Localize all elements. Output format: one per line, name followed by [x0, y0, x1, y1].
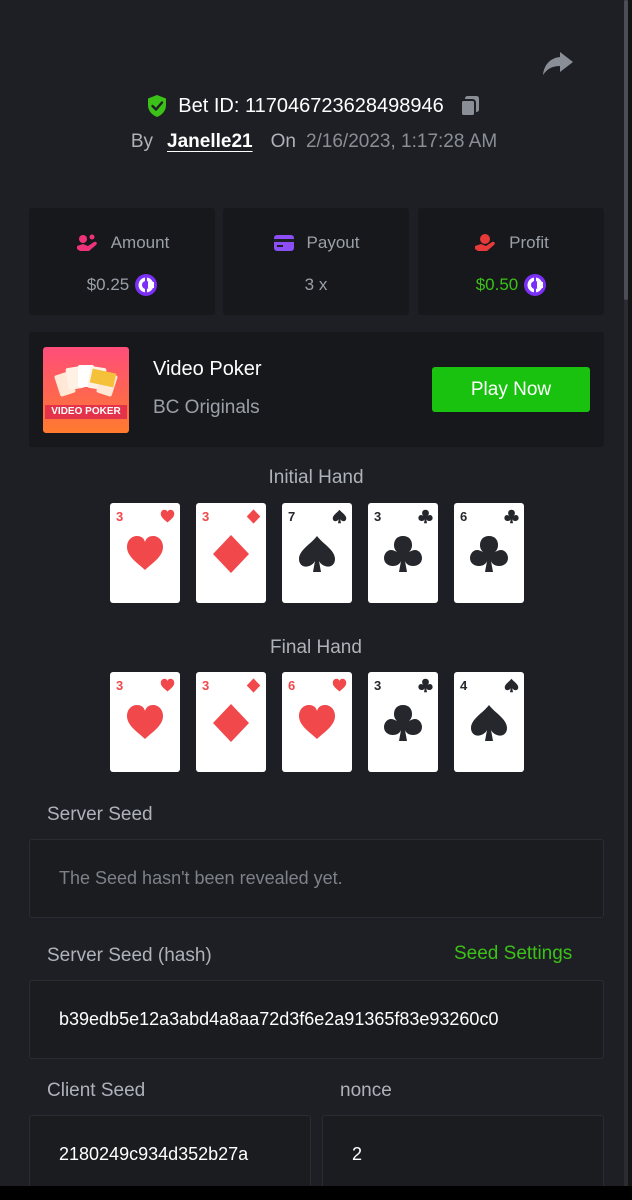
final-hand-title: Final Hand — [270, 637, 362, 658]
diamond-icon — [246, 509, 261, 524]
profit-label: Profit — [509, 233, 549, 252]
game-name: Video Poker — [153, 358, 262, 380]
on-label: On — [270, 131, 296, 152]
playing-card: 3 — [368, 503, 438, 603]
heart-icon — [299, 705, 335, 739]
nonce-field[interactable]: 2 — [322, 1115, 604, 1194]
server-seed-label: Server Seed — [47, 804, 153, 825]
client-seed-field[interactable]: 2180249c934d352b27a — [29, 1115, 311, 1194]
playing-card: 3 — [110, 503, 180, 603]
card-rank: 7 — [288, 509, 296, 524]
amount-label: Amount — [110, 233, 170, 252]
game-card: VIDEO POKER Video Poker BC Originals Pla… — [29, 332, 604, 447]
bet-author-row: By Janelle21 On 2/16/2023, 1:17:28 AM — [0, 126, 628, 158]
card-rank: 4 — [460, 678, 468, 693]
playing-card: 3 — [368, 672, 438, 772]
club-icon — [418, 678, 433, 693]
scrollbar-thumb[interactable] — [624, 0, 628, 300]
card-rank: 3 — [116, 678, 124, 693]
play-now-button[interactable]: Play Now — [432, 367, 590, 412]
playing-card: 6 — [454, 503, 524, 603]
spade-icon — [332, 509, 347, 524]
amount-stat: Amount $0.25 — [29, 208, 215, 315]
by-label: By — [130, 131, 154, 152]
payout-value: 3 x — [304, 275, 328, 294]
profit-value: $0.50 — [475, 275, 519, 294]
server-seed-hash-field[interactable]: b39edb5e12a3abd4a8aa72d3f6e2a91365f83e93… — [29, 980, 604, 1059]
spade-icon — [504, 678, 519, 693]
hand-profit-icon — [475, 234, 495, 251]
diamond-icon — [246, 678, 261, 693]
seed-settings-link[interactable]: Seed Settings — [454, 943, 572, 965]
bet-date: 2/16/2023, 1:17:28 AM — [305, 131, 498, 152]
final-hand: 3 3 6 3 4 — [110, 672, 524, 772]
scrollbar[interactable] — [624, 0, 628, 1186]
club-icon — [504, 509, 519, 524]
thumbnail-text: VIDEO POKER — [51, 406, 121, 417]
playing-card: 4 — [454, 672, 524, 772]
playing-card: 6 — [282, 672, 352, 772]
copy-icon[interactable] — [458, 94, 482, 118]
heart-icon — [160, 509, 175, 523]
club-icon — [418, 509, 433, 524]
card-rank: 3 — [374, 678, 382, 693]
bet-id-text: Bet ID: 117046723628498946 — [178, 94, 444, 117]
video-poker-thumbnail[interactable]: VIDEO POKER — [43, 347, 129, 433]
card-rank: 6 — [288, 678, 296, 693]
card-rank: 3 — [116, 509, 124, 524]
client-seed-label: Client Seed — [47, 1080, 146, 1101]
server-seed-hash-label: Server Seed (hash) — [47, 945, 212, 966]
bc-coin-icon — [524, 274, 547, 296]
payout-stat: Payout 3 x — [223, 208, 409, 315]
club-icon — [384, 536, 422, 572]
spade-icon — [471, 705, 507, 741]
card-rank: 3 — [202, 678, 210, 693]
heart-icon — [332, 678, 347, 692]
nonce-label: nonce — [340, 1080, 392, 1101]
system-nav-bar — [0, 1186, 632, 1200]
heart-icon — [127, 705, 163, 739]
payout-label: Payout — [306, 233, 360, 252]
spade-icon — [299, 536, 335, 572]
bc-coin-icon — [135, 274, 158, 296]
playing-card: 7 — [282, 503, 352, 603]
playing-card: 3 — [110, 672, 180, 772]
username-link[interactable]: Janelle21 — [167, 131, 253, 153]
playing-card: 3 — [196, 672, 266, 772]
card-icon — [273, 235, 294, 251]
game-provider: BC Originals — [153, 397, 260, 418]
card-rank: 3 — [374, 509, 382, 524]
initial-hand: 3 3 7 3 6 — [110, 503, 524, 603]
club-icon — [384, 705, 422, 741]
verified-shield-icon — [148, 95, 167, 117]
amount-value: $0.25 — [86, 275, 130, 294]
profit-stat: Profit $0.50 — [418, 208, 604, 315]
bet-id-row: Bet ID: 117046723628498946 — [0, 90, 628, 122]
share-icon[interactable] — [540, 46, 576, 80]
bet-details-panel: Bet ID: 117046723628498946 By Janelle21 … — [0, 0, 628, 1194]
initial-hand-title: Initial Hand — [268, 467, 364, 488]
playing-card: 3 — [196, 503, 266, 603]
card-rank: 6 — [460, 509, 468, 524]
heart-icon — [127, 536, 163, 570]
server-seed-field: The Seed hasn't been revealed yet. — [29, 839, 604, 918]
heart-icon — [160, 678, 175, 692]
club-icon — [470, 536, 508, 572]
coin-hand-icon — [76, 234, 97, 251]
diamond-icon — [213, 704, 249, 742]
card-rank: 3 — [202, 509, 210, 524]
diamond-icon — [213, 535, 249, 573]
